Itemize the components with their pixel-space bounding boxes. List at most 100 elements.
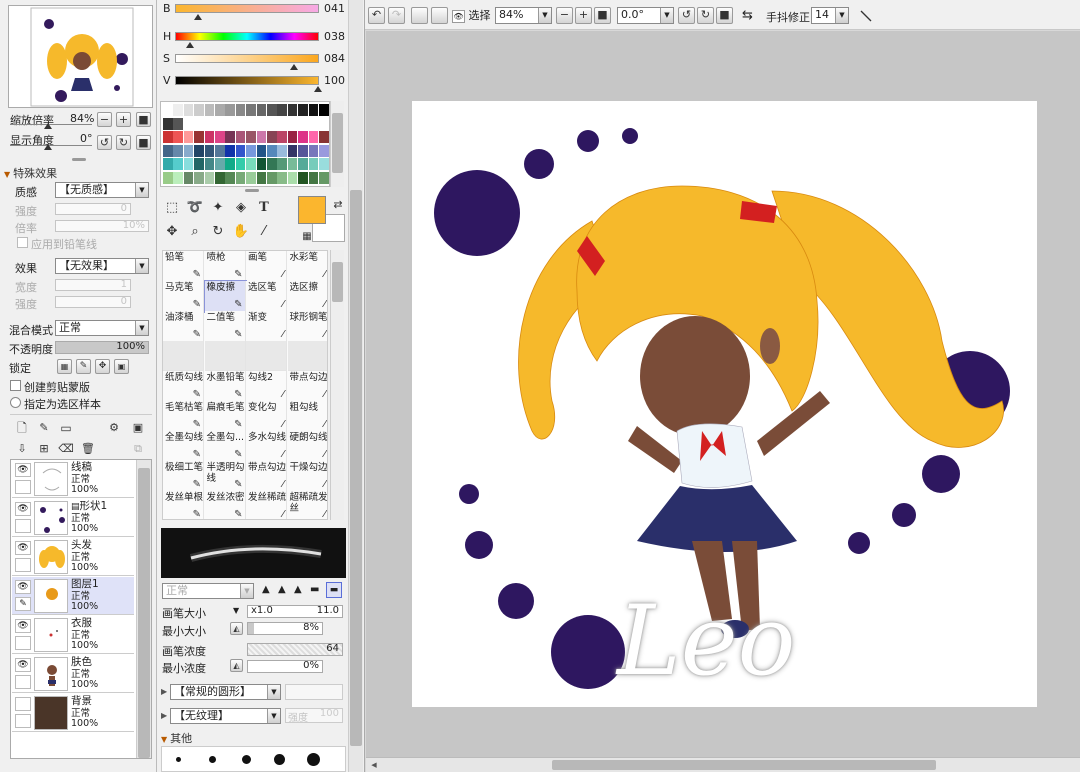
color-swatch[interactable] xyxy=(287,171,298,184)
view-zoom-reset-button[interactable]: ■ xyxy=(594,7,611,24)
size-preset-dot[interactable] xyxy=(209,756,216,763)
color-swatch[interactable] xyxy=(225,171,235,184)
color-swatch[interactable] xyxy=(256,117,267,130)
transfer-down-icon[interactable]: ⊞ xyxy=(34,439,54,459)
color-swatch[interactable] xyxy=(319,171,329,184)
min-density-bar[interactable]: 0% xyxy=(247,660,323,673)
color-swatch[interactable] xyxy=(256,144,267,157)
brush-slot-empty[interactable] xyxy=(287,341,327,371)
layer-lock-slot[interactable] xyxy=(15,636,31,650)
brush-slot[interactable]: 发丝浓密 ✎ xyxy=(204,491,246,519)
color-swatch[interactable] xyxy=(267,144,277,157)
color-swatch[interactable] xyxy=(204,144,215,157)
brush-slot[interactable]: 扁痕毛笔 ✎ xyxy=(204,401,246,432)
shape-hard-icon[interactable]: ▬ xyxy=(326,582,342,598)
color-swatch[interactable] xyxy=(298,131,308,143)
color-swatch[interactable] xyxy=(277,104,287,116)
color-swatch[interactable] xyxy=(246,117,256,130)
view-zoom-in-button[interactable]: + xyxy=(575,7,592,24)
brush-slot[interactable]: 变化勾 ⁄ xyxy=(246,401,287,432)
layer-item[interactable]: 👁 衣服 正常 100% xyxy=(12,616,134,654)
min-size-pressure-button[interactable]: ◭ xyxy=(230,622,243,635)
text-tool-icon[interactable]: T xyxy=(254,198,274,218)
s-slider-handle[interactable] xyxy=(290,64,298,70)
color-swatch[interactable] xyxy=(215,158,225,170)
shape-round-icon[interactable]: ▲ xyxy=(262,584,270,595)
color-swatch[interactable] xyxy=(267,171,277,184)
lock-move-button[interactable]: ✥ xyxy=(95,359,110,374)
color-swatch[interactable] xyxy=(319,117,329,130)
canvas[interactable]: Leo xyxy=(412,101,1037,707)
apply-pen-checkbox[interactable] xyxy=(17,237,28,248)
brush-grid-scrollbar[interactable] xyxy=(330,250,344,520)
color-swatch[interactable] xyxy=(298,158,308,170)
layer-settings-icon[interactable]: ⚙ xyxy=(104,418,124,438)
color-swatch[interactable] xyxy=(183,144,194,157)
brush-slot[interactable]: 选区擦 ⁄ xyxy=(287,281,327,312)
color-swatch[interactable] xyxy=(173,131,183,143)
color-swatch[interactable] xyxy=(256,104,267,116)
redo-button[interactable]: ↷ xyxy=(388,7,405,24)
color-swatch[interactable] xyxy=(277,131,287,143)
color-swatch[interactable] xyxy=(235,131,246,143)
panel-divider[interactable] xyxy=(245,189,259,192)
brush-slot[interactable]: 喷枪 ✎ xyxy=(204,251,246,282)
layer-lock-slot[interactable] xyxy=(15,558,31,572)
color-swatch[interactable] xyxy=(194,158,204,170)
effect-select[interactable]: 【无效果】 ▼ xyxy=(55,258,149,274)
color-swatch[interactable] xyxy=(225,158,235,170)
color-swatch[interactable] xyxy=(319,131,329,143)
color-swatch[interactable] xyxy=(267,131,277,143)
brush-slot[interactable]: 硬朗勾线 ⁄ xyxy=(287,431,327,462)
lock-all-button[interactable]: ▣ xyxy=(114,359,129,374)
color-swatch[interactable] xyxy=(298,117,308,130)
new-layer-icon[interactable]: 🗋 xyxy=(12,418,32,438)
brush-slot-empty[interactable] xyxy=(204,341,246,371)
rotate-left-button[interactable]: ↺ xyxy=(97,135,112,150)
color-swatch[interactable] xyxy=(194,117,204,130)
color-swatch[interactable] xyxy=(183,104,194,116)
color-swatch[interactable] xyxy=(308,117,319,130)
eye-icon[interactable]: 👁 xyxy=(15,658,31,672)
eye-icon[interactable]: 👁 xyxy=(15,619,31,633)
rect-select-icon[interactable]: ⬚ xyxy=(162,198,182,218)
color-swatch[interactable] xyxy=(173,171,183,184)
shape-square-icon[interactable]: ▬ xyxy=(310,584,319,595)
color-swatch[interactable] xyxy=(267,158,277,170)
color-swatch[interactable] xyxy=(287,117,298,130)
move-icon[interactable]: ✥ xyxy=(162,222,182,242)
brush-slot[interactable]: 球形钢笔 ⁄ xyxy=(287,311,327,342)
tool-panel-scroll-thumb[interactable] xyxy=(350,190,362,746)
lock-transparency-button[interactable]: ▦ xyxy=(57,359,72,374)
color-swatch[interactable] xyxy=(298,104,308,116)
color-swatch[interactable] xyxy=(163,104,173,116)
stabilizer-select[interactable]: 14 ▼ xyxy=(811,7,849,24)
min-size-bar[interactable]: 8% xyxy=(247,622,323,635)
brush-slot[interactable]: 多水勾线 ⁄ xyxy=(246,431,287,462)
lasso-icon[interactable]: ➰ xyxy=(185,198,205,218)
color-swatch[interactable] xyxy=(173,104,183,116)
width-bar[interactable]: 1 xyxy=(55,279,131,291)
color-swatch[interactable] xyxy=(204,171,215,184)
brush-slot[interactable]: 超稀疏发丝 ⁄ xyxy=(287,491,327,519)
scroll-left-icon[interactable]: ◀ xyxy=(368,759,380,771)
color-swatch[interactable] xyxy=(308,131,319,143)
color-swatch[interactable] xyxy=(235,104,246,116)
canvas-hscrollbar[interactable]: ◀ xyxy=(366,757,1080,772)
brush-texture-select[interactable]: 【无纹理】 ▼ xyxy=(170,708,281,724)
color-swatch[interactable] xyxy=(256,158,267,170)
layer-item-active[interactable]: 👁 ✎ 图层1 正常 100% xyxy=(12,577,134,615)
brush-slot[interactable]: 选区笔 ⁄ xyxy=(246,281,287,312)
brush-texture-strength-bar[interactable]: 强度 100 xyxy=(285,708,343,724)
color-swatch[interactable] xyxy=(319,144,329,157)
eye-icon[interactable]: 👁 xyxy=(15,463,31,477)
color-swatch[interactable] xyxy=(267,117,277,130)
brush-slot[interactable]: 纸质勾线 ✎ xyxy=(163,371,204,402)
layer-item[interactable]: 👁 头发 正常 100% xyxy=(12,538,134,576)
view-rotate-right-button[interactable]: ↻ xyxy=(697,7,714,24)
layer-list-scroll-thumb[interactable] xyxy=(138,468,150,758)
select-toggle[interactable]: 👁 选择 xyxy=(452,8,491,24)
size-preset-dot[interactable] xyxy=(242,755,251,764)
brush-slot[interactable]: 水彩笔 ⁄ xyxy=(287,251,327,282)
color-swatch[interactable] xyxy=(235,158,246,170)
